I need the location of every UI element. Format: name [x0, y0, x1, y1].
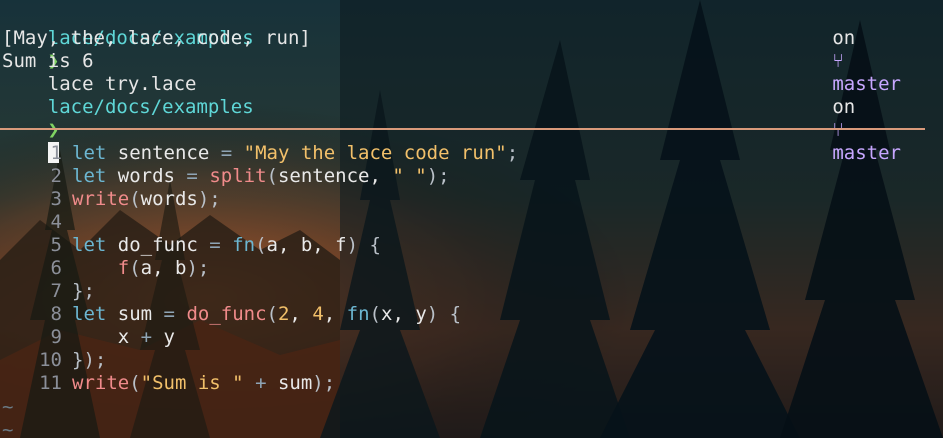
code-token: write	[72, 188, 130, 210]
code-token: );	[186, 257, 210, 279]
code-token: (	[129, 188, 141, 210]
code-line[interactable]: 7};	[0, 280, 95, 303]
code-token: a, b, f	[266, 234, 347, 256]
code-token: sentence	[106, 142, 221, 164]
code-token: " "	[392, 165, 427, 187]
code-token: ;	[506, 142, 519, 164]
prompt-line-current[interactable]: lace/docs/examples ❯	[2, 73, 254, 163]
code-token: words	[140, 188, 198, 210]
line-number: 4	[50, 211, 62, 233]
code-token: =	[220, 142, 233, 164]
code-line[interactable]: 8 let sum = do_func(2, 4, fn(x, y) {	[0, 303, 462, 326]
code-token: a, b	[140, 257, 187, 279]
code-token: =	[163, 303, 175, 325]
code-token: );	[426, 165, 450, 187]
code-token: (	[255, 234, 267, 256]
line-number: 10	[39, 349, 62, 371]
line-number: 1	[50, 142, 62, 164]
command-output-line: [May, the, lace, code, run]	[2, 27, 311, 49]
code-token: (	[266, 165, 278, 187]
code-token: do_func	[186, 303, 267, 325]
code-line[interactable]: 4	[0, 211, 72, 234]
code-token: x	[72, 326, 141, 348]
line-number: 9	[50, 326, 62, 348]
code-token: sum	[266, 372, 313, 394]
code-token: );	[312, 372, 336, 394]
line-number: 3	[50, 188, 62, 210]
empty-line-marker: ~	[2, 419, 14, 438]
pane-divider[interactable]	[0, 128, 925, 130]
line-number: 2	[50, 165, 62, 187]
on-label: on	[832, 27, 856, 49]
code-token: (	[266, 303, 278, 325]
code-line[interactable]: 2 let words = split(sentence, " ");	[0, 165, 450, 188]
code-token: let	[72, 303, 107, 325]
git-branch-icon: ⑂	[832, 119, 844, 141]
code-line[interactable]: 11 write("Sum is " + sum);	[0, 372, 335, 395]
code-token: let	[72, 165, 107, 187]
code-token: };	[72, 280, 95, 302]
code-token: x, y	[381, 303, 427, 325]
code-token: ) {	[426, 303, 462, 325]
code-line[interactable]: 10});	[0, 349, 106, 372]
code-token: f	[117, 257, 130, 279]
code-token: let	[72, 234, 107, 256]
code-token: ) {	[346, 234, 381, 256]
code-token: ,	[289, 303, 313, 325]
prompt-line-previous: lace/docs/examples ❯ lace try.lace	[2, 4, 254, 95]
code-token: });	[72, 349, 107, 371]
code-token: );	[197, 188, 221, 210]
code-token: fn	[346, 303, 370, 325]
code-token: sentence,	[277, 165, 393, 187]
code-token: 4	[312, 303, 324, 325]
code-token: fn	[232, 234, 256, 256]
code-token: 2	[277, 303, 290, 325]
code-line[interactable]: 5 let do_func = fn(a, b, f) {	[0, 234, 381, 257]
code-token: +	[140, 326, 153, 348]
git-status: on ⑂ master	[787, 73, 901, 164]
code-token: let	[72, 142, 107, 164]
line-number: 5	[50, 234, 62, 256]
code-token: (	[369, 303, 381, 325]
code-token: +	[255, 372, 267, 394]
code-line[interactable]: 6 f(a, b);	[0, 257, 210, 280]
code-line[interactable]: 3 write(words);	[0, 188, 221, 211]
prompt-chevron: ❯	[47, 119, 60, 141]
code-token: (	[129, 257, 141, 279]
git-branch-name: master	[832, 142, 901, 164]
code-token: =	[186, 165, 198, 187]
line-number: 7	[50, 280, 62, 302]
git-status: on ⑂ master	[787, 4, 901, 95]
code-token: y	[152, 326, 175, 348]
code-token: words	[106, 165, 187, 187]
command-output-line: Sum is 6	[2, 50, 94, 72]
code-token: =	[209, 234, 221, 256]
terminal-window[interactable]: lace/docs/examples ❯ lace try.lace on ⑂ …	[0, 0, 943, 438]
code-token: do_func	[106, 234, 210, 256]
code-token: split	[209, 165, 267, 187]
line-number: 11	[39, 372, 62, 394]
prompt-path: lace/docs/examples	[47, 96, 254, 118]
code-token: (	[129, 372, 141, 394]
code-line[interactable]: 1 let sentence = "May the lace code run";	[0, 142, 519, 165]
line-number: 6	[50, 257, 62, 279]
code-line[interactable]: 9 x + y	[0, 326, 175, 349]
code-token: "Sum is "	[140, 372, 244, 394]
git-branch-icon: ⑂	[832, 50, 844, 72]
code-token: sum	[106, 303, 164, 325]
code-token: ,	[323, 303, 347, 325]
line-number: 8	[50, 303, 62, 325]
code-token: write	[72, 372, 130, 394]
empty-line-marker: ~	[2, 396, 14, 418]
code-token: "May the lace code run"	[243, 142, 507, 164]
on-label: on	[832, 96, 856, 118]
